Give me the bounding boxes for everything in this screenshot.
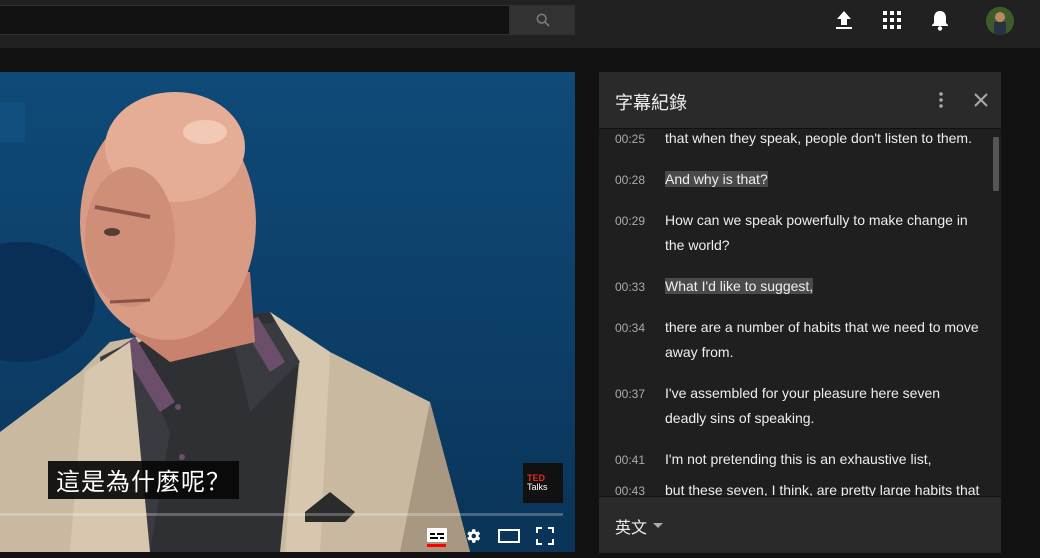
cue-timestamp: 00:25 — [615, 132, 646, 146]
settings-button[interactable] — [461, 524, 485, 548]
cue-line: deadly sins of speaking. — [665, 410, 815, 426]
caption-text: 這是為什麼呢？ — [48, 461, 239, 499]
cue-line: How can we speak powerfully to make chan… — [665, 212, 968, 228]
cue-timestamp: 00:43 — [615, 484, 646, 496]
cue-line: there are a number of habits that we nee… — [665, 319, 979, 335]
transcript-panel: 字幕紀錄 00:25 that when they speak, people d… — [599, 72, 1001, 553]
cue-line: I'm not pretending this is an exhaustive… — [665, 451, 932, 467]
upload-icon — [836, 11, 852, 29]
cue-timestamp: 00:41 — [615, 453, 646, 467]
cue-text: I'm not pretending this is an exhaustive… — [665, 447, 985, 472]
avatar[interactable] — [986, 7, 1014, 35]
notifications-button[interactable] — [928, 8, 952, 32]
transcript-scrollbar[interactable] — [993, 137, 999, 191]
language-label: 英文 — [615, 518, 648, 537]
cue-text: but these seven, I think, are pretty lar… — [665, 478, 985, 496]
transcript-cue-list[interactable]: 00:25 that when they speak, people don't … — [599, 129, 1001, 496]
cue-timestamp: 00:29 — [615, 214, 646, 228]
cue-timestamp: 00:33 — [615, 280, 646, 294]
cue-line: And why is that? — [665, 171, 768, 187]
theater-mode-button[interactable] — [497, 524, 521, 548]
search-icon — [536, 13, 550, 27]
cue-line: I've assembled for your pleasure here se… — [665, 385, 941, 401]
fullscreen-button[interactable] — [533, 524, 557, 548]
transcript-header: 字幕紀錄 — [599, 72, 1001, 129]
progress-bar[interactable] — [0, 513, 563, 516]
settings-gear-icon — [467, 529, 481, 543]
masthead — [0, 0, 1040, 48]
language-dropdown[interactable]: 英文 — [615, 514, 664, 538]
chevron-down-icon — [653, 523, 664, 528]
cue-text: What I'd like to suggest, — [665, 274, 985, 299]
ted-talks-logo: TED Talks — [523, 463, 563, 503]
apps-grid-icon — [883, 11, 901, 29]
cue-timestamp: 00:28 — [615, 173, 646, 187]
cue-line: but these seven, I think, are pretty lar… — [665, 482, 980, 496]
cue-timestamp: 00:37 — [615, 387, 646, 401]
apps-button[interactable] — [880, 8, 904, 32]
cue-text: there are a number of habits that we nee… — [665, 315, 985, 365]
avatar-photo — [986, 7, 1014, 35]
transcript-title: 字幕紀錄 — [615, 93, 687, 114]
cue-text: How can we speak powerfully to make chan… — [665, 208, 985, 258]
cue-timestamp: 00:34 — [615, 321, 646, 335]
cue-text: And why is that? — [665, 167, 985, 192]
search-input[interactable] — [0, 5, 510, 35]
theater-mode-icon — [498, 529, 520, 543]
cue-line: What I'd like to suggest, — [665, 278, 814, 294]
more-options-button[interactable] — [929, 88, 953, 112]
cue-line: that when they speak, people don't liste… — [665, 130, 972, 146]
upload-button[interactable] — [832, 8, 856, 32]
cue-line: the world? — [665, 237, 730, 253]
close-icon — [974, 93, 988, 107]
cue-text: I've assembled for your pleasure here se… — [665, 381, 985, 431]
cue-text: that when they speak, people don't liste… — [665, 129, 985, 151]
transcript-footer: 英文 — [599, 496, 1001, 553]
more-vertical-icon — [939, 92, 943, 108]
notifications-bell-icon — [932, 10, 948, 31]
logo-line-2: Talks — [527, 482, 548, 492]
fullscreen-icon — [536, 527, 554, 545]
video-player[interactable]: 這是為什麼呢？ TED Talks — [0, 72, 575, 552]
search-button[interactable] — [510, 5, 575, 35]
close-transcript-button[interactable] — [969, 88, 993, 112]
subtitles-icon — [427, 528, 447, 542]
subtitles-active-indicator — [427, 544, 446, 547]
cue-line: away from. — [665, 344, 734, 360]
